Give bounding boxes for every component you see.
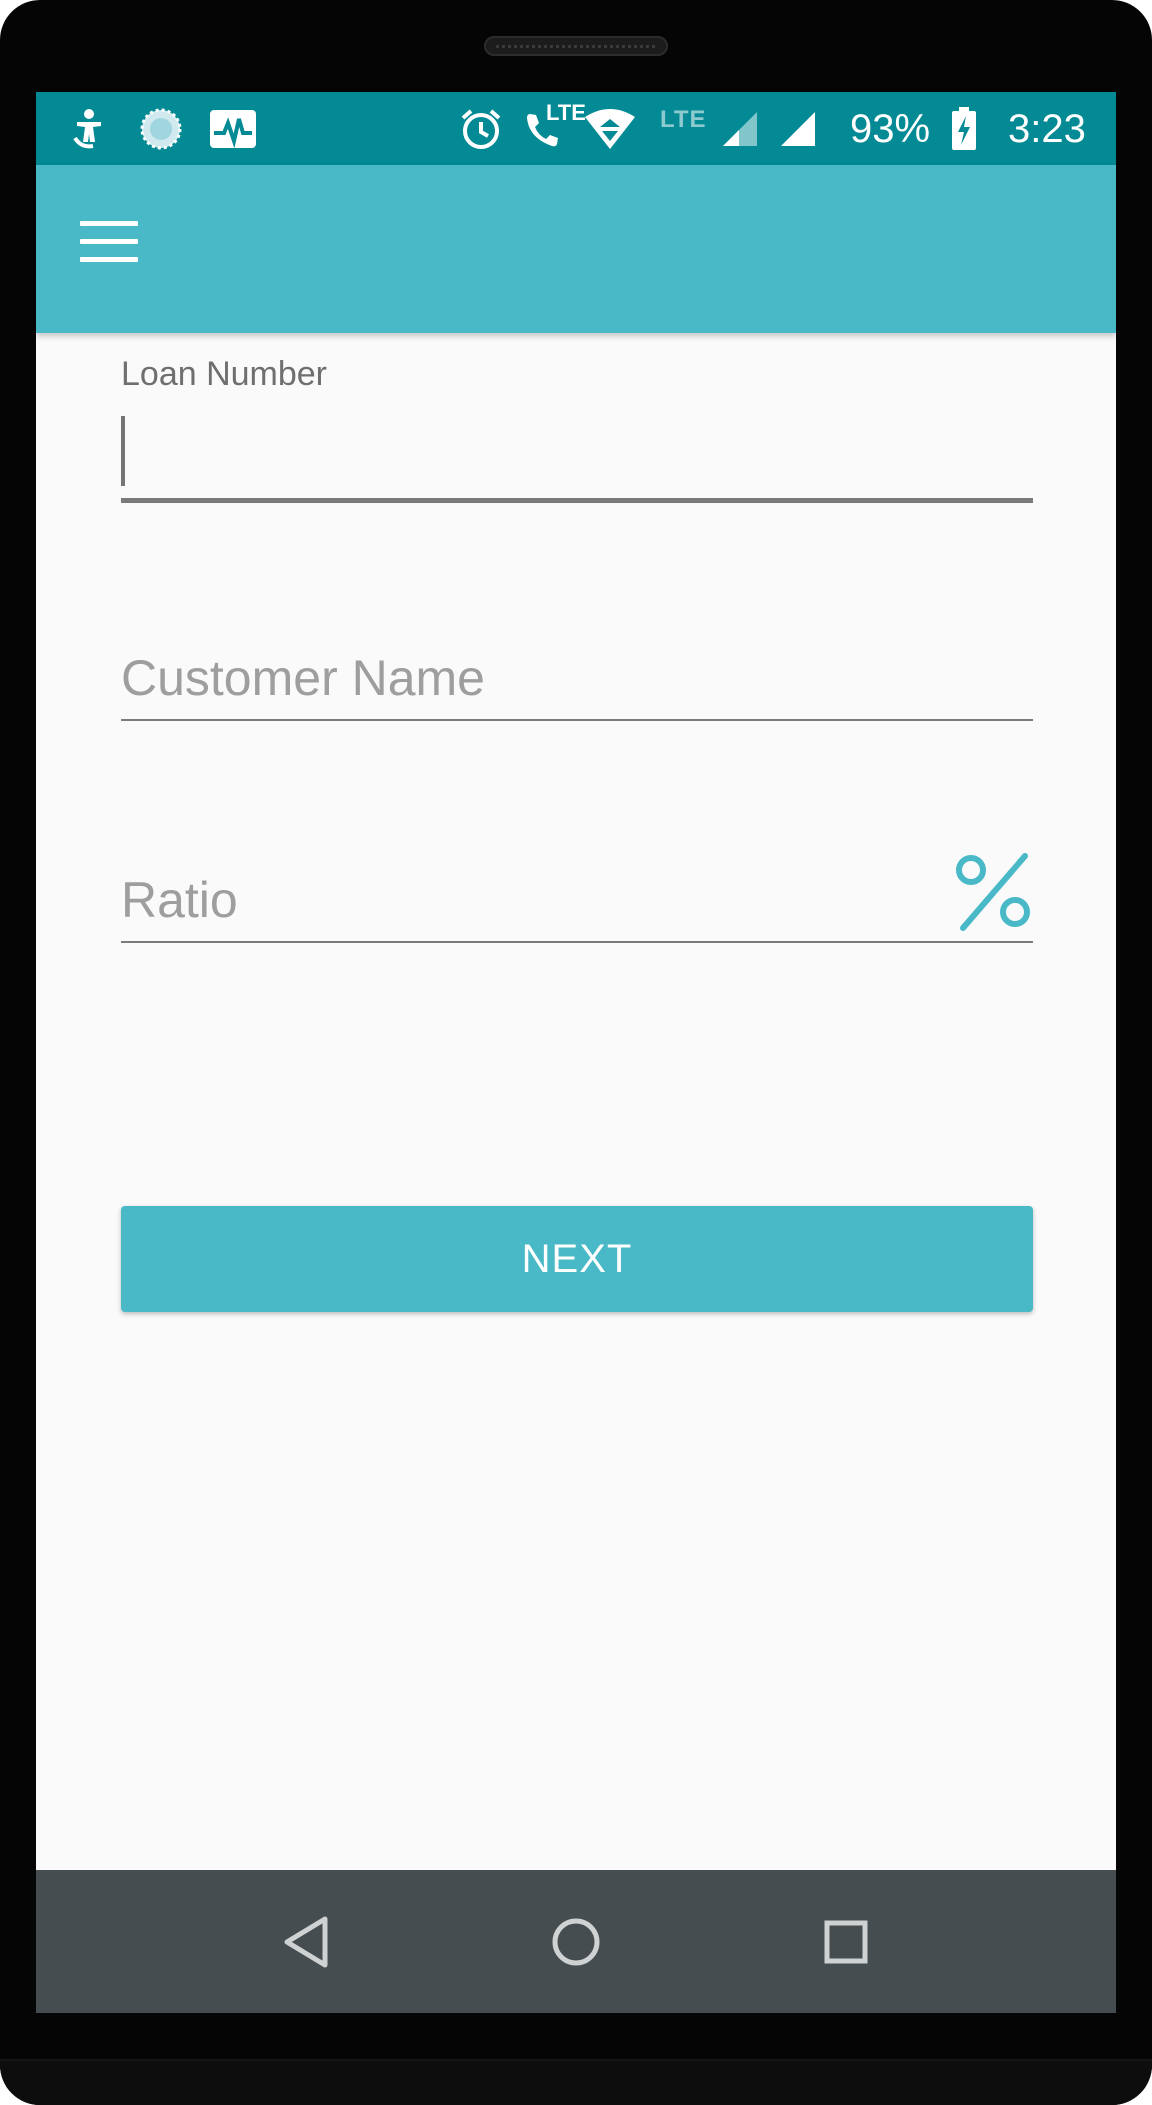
recents-icon[interactable] xyxy=(810,1906,882,1978)
signal-icon xyxy=(778,106,818,152)
ratio-field[interactable]: Ratio xyxy=(121,852,1033,962)
phone-frame: LTE LTE 93% 3:23 Loan Number Customer Na… xyxy=(0,0,1152,2105)
earpiece-speaker xyxy=(484,36,668,56)
percent-icon[interactable] xyxy=(955,852,1033,932)
alarm-icon xyxy=(458,106,504,152)
loan-number-field[interactable]: Loan Number xyxy=(121,354,1033,504)
status-bar: LTE LTE 93% 3:23 xyxy=(36,92,1116,165)
app-toolbar xyxy=(36,165,1116,333)
customer-name-underline xyxy=(121,719,1033,721)
lte-badge: LTE xyxy=(546,100,586,125)
lte-secondary-label: LTE xyxy=(660,106,707,133)
battery-percent: 93% xyxy=(850,107,931,151)
customer-name-input[interactable] xyxy=(121,644,1033,714)
loan-number-input[interactable] xyxy=(121,414,1033,486)
accessibility-icon xyxy=(68,106,110,152)
next-button[interactable]: NEXT xyxy=(121,1206,1033,1312)
activity-monitor-icon xyxy=(208,106,258,152)
ratio-input[interactable] xyxy=(121,866,941,936)
phone-bottom-bezel xyxy=(0,2059,1152,2105)
wifi-icon xyxy=(582,106,638,152)
navigation-bar xyxy=(36,1870,1116,2013)
loan-number-label: Loan Number xyxy=(121,355,328,393)
back-icon[interactable] xyxy=(270,1906,342,1978)
loan-number-underline xyxy=(121,498,1033,503)
sync-circle-icon xyxy=(138,106,184,152)
clock-time: 3:23 xyxy=(1008,107,1086,151)
home-icon[interactable] xyxy=(540,1906,612,1978)
ratio-underline xyxy=(121,941,1033,943)
hamburger-menu-icon[interactable] xyxy=(80,221,140,265)
battery-charging-icon xyxy=(950,106,978,152)
signal-icon xyxy=(720,106,760,152)
screen: LTE LTE 93% 3:23 Loan Number Customer Na… xyxy=(36,92,1116,2013)
customer-name-field[interactable]: Customer Name xyxy=(121,638,1033,738)
